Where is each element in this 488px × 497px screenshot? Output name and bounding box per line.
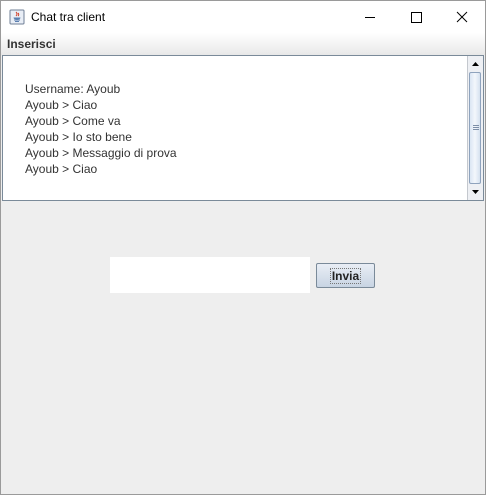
java-app-icon xyxy=(9,9,25,25)
chat-line: Ayoub > Messaggio di prova xyxy=(25,146,177,160)
chat-log: Username: Ayoub Ayoub > Ciao Ayoub > Com… xyxy=(25,81,177,177)
scroll-up-button[interactable] xyxy=(468,56,483,72)
send-button-label: Invia xyxy=(329,267,362,284)
chat-line: Ayoub > Come va xyxy=(25,114,121,128)
minimize-button[interactable] xyxy=(347,1,393,33)
minimize-icon xyxy=(365,17,375,18)
chat-line: Ayoub > Io sto bene xyxy=(25,130,132,144)
close-icon xyxy=(456,11,468,23)
grip-line xyxy=(473,125,479,126)
app-window: Chat tra client Inserisci Username: Ayou… xyxy=(0,0,486,495)
vertical-scrollbar[interactable] xyxy=(467,56,483,200)
grip-line xyxy=(473,129,479,130)
scroll-down-button[interactable] xyxy=(468,184,483,200)
grip-line xyxy=(473,127,479,128)
message-input[interactable] xyxy=(110,257,310,293)
window-title: Chat tra client xyxy=(31,10,106,24)
chat-line: Username: Ayoub xyxy=(25,82,121,96)
triangle-down-icon xyxy=(472,190,479,194)
chat-line: Ayoub > Ciao xyxy=(25,162,98,176)
menu-inserisci[interactable]: Inserisci xyxy=(7,37,56,51)
maximize-button[interactable] xyxy=(393,1,439,33)
send-button[interactable]: Invia xyxy=(316,263,375,288)
chat-log-area[interactable]: Username: Ayoub Ayoub > Ciao Ayoub > Com… xyxy=(2,55,484,201)
scroll-thumb[interactable] xyxy=(469,72,481,184)
maximize-icon xyxy=(411,12,422,23)
chat-line: Ayoub > Ciao xyxy=(25,98,98,112)
close-button[interactable] xyxy=(439,1,485,33)
triangle-up-icon xyxy=(472,62,479,66)
menu-bar: Inserisci xyxy=(1,33,485,55)
title-bar[interactable]: Chat tra client xyxy=(1,1,485,33)
